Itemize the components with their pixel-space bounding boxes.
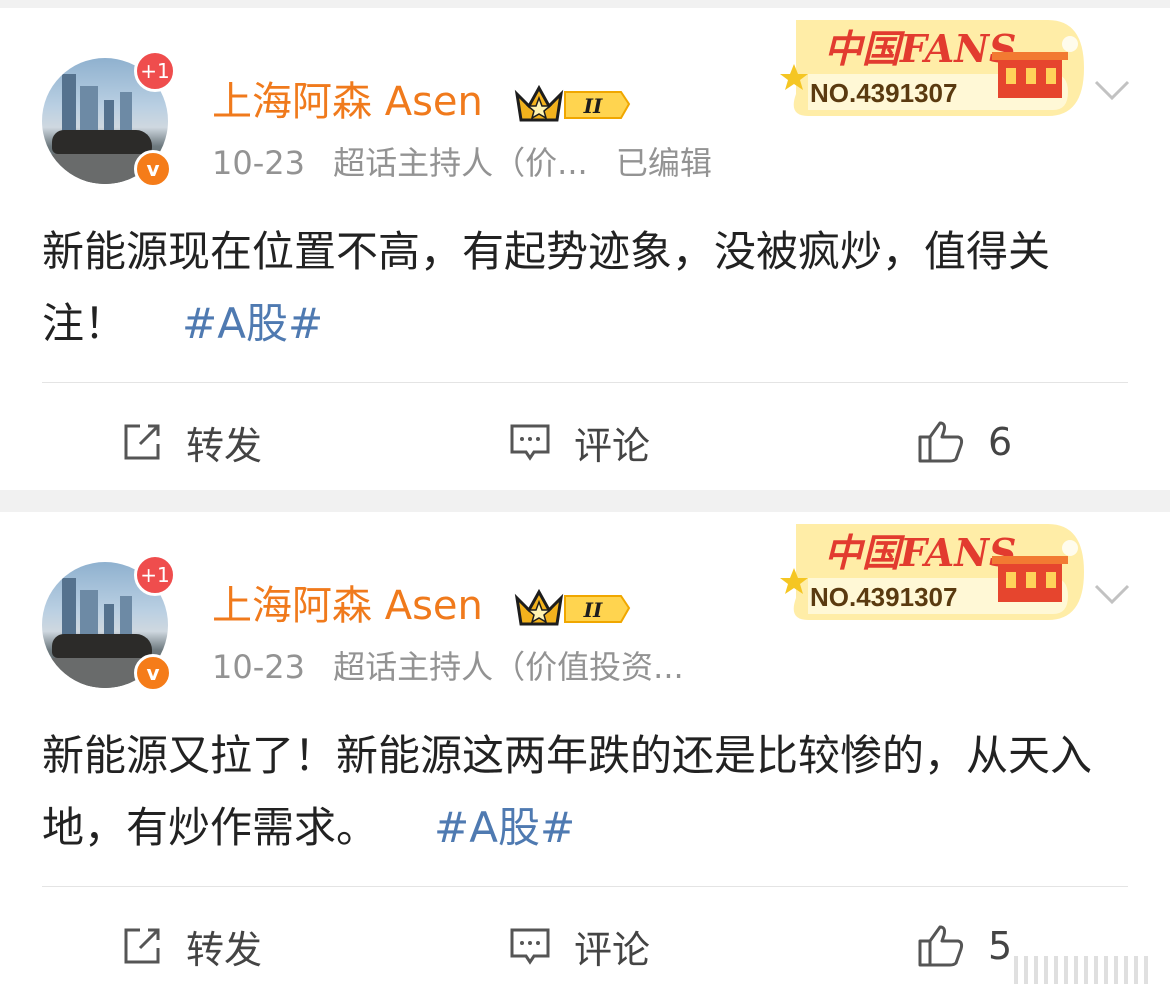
fans-label: 中国FANS <box>824 530 1016 575</box>
repost-icon <box>124 424 160 460</box>
repost-button[interactable]: 转发 <box>120 402 262 482</box>
comment-label: 评论 <box>574 927 651 972</box>
repost-icon <box>124 928 160 964</box>
fans-number: NO.4391307 <box>810 582 957 612</box>
crown-icon[interactable]: II <box>513 84 631 124</box>
like-icon <box>918 421 964 463</box>
author-name[interactable]: 上海阿森 Asen <box>212 78 483 126</box>
fans-badge: 中国FANS NO.4391307 <box>780 524 1084 620</box>
avatar-plus-badge: +1 <box>134 50 176 92</box>
verified-badge: v <box>134 654 172 692</box>
level-badge: II <box>583 598 603 622</box>
comment-button[interactable]: 评论 <box>508 402 650 482</box>
comment-label: 评论 <box>574 423 651 468</box>
like-count: 5 <box>988 924 1013 968</box>
post-meta: 10-23 超话主持人（价... 已编辑 <box>212 143 712 183</box>
like-icon <box>918 925 964 967</box>
avatar-plus-badge: +1 <box>134 554 176 596</box>
fans-number: NO.4391307 <box>810 78 957 108</box>
repost-button[interactable]: 转发 <box>120 906 262 986</box>
comment-button[interactable]: 评论 <box>508 906 650 986</box>
post-date: 10-23 <box>212 648 305 686</box>
top-spacer <box>0 0 1170 8</box>
post-meta: 10-23 超话主持人（价值投资... <box>212 647 684 687</box>
edited-label: 已编辑 <box>615 144 712 182</box>
divider <box>42 382 1128 383</box>
post-source: 超话主持人（价... <box>333 144 588 182</box>
verified-badge: v <box>134 150 172 188</box>
post-card: +1 v 上海阿森 Asen II 10-23 超话主持人（价值投资... 中国… <box>0 512 1170 1003</box>
action-bar: 转发 评论 5 <box>0 906 1170 986</box>
action-bar: 转发 评论 6 <box>0 402 1170 482</box>
chevron-down-icon[interactable] <box>1090 68 1134 112</box>
post-separator <box>0 490 1170 512</box>
comment-icon <box>510 424 550 461</box>
comment-icon <box>510 928 550 965</box>
hashtag-link[interactable]: #A股# <box>434 803 575 852</box>
post-body: 新能源又拉了！新能源这两年跌的还是比较惨的，从天入地，有炒作需求。 #A股# <box>42 720 1132 864</box>
avatar[interactable]: +1 v <box>42 554 176 692</box>
author-name[interactable]: 上海阿森 Asen <box>212 582 483 630</box>
post-date: 10-23 <box>212 144 305 182</box>
crown-icon[interactable]: II <box>513 588 631 628</box>
repost-label: 转发 <box>186 927 263 972</box>
like-button[interactable]: 6 <box>916 402 1012 482</box>
like-count: 6 <box>988 420 1013 464</box>
hashtag-link[interactable]: #A股# <box>182 299 323 348</box>
divider <box>42 886 1128 887</box>
chevron-down-icon[interactable] <box>1090 572 1134 616</box>
watermark-pattern <box>1014 956 1148 984</box>
post-source: 超话主持人（价值投资... <box>333 648 684 686</box>
repost-label: 转发 <box>186 423 263 468</box>
like-button[interactable]: 5 <box>916 906 1012 986</box>
fans-label: 中国FANS <box>824 26 1016 71</box>
avatar[interactable]: +1 v <box>42 50 176 188</box>
post-body: 新能源现在位置不高，有起势迹象，没被疯炒，值得关注！ #A股# <box>42 216 1132 360</box>
post-card: +1 v 上海阿森 Asen II 10-23 超话主持人（价... 已编辑 中… <box>0 8 1170 490</box>
fans-badge: 中国FANS NO.4391307 <box>780 20 1084 116</box>
level-badge: II <box>583 94 603 118</box>
